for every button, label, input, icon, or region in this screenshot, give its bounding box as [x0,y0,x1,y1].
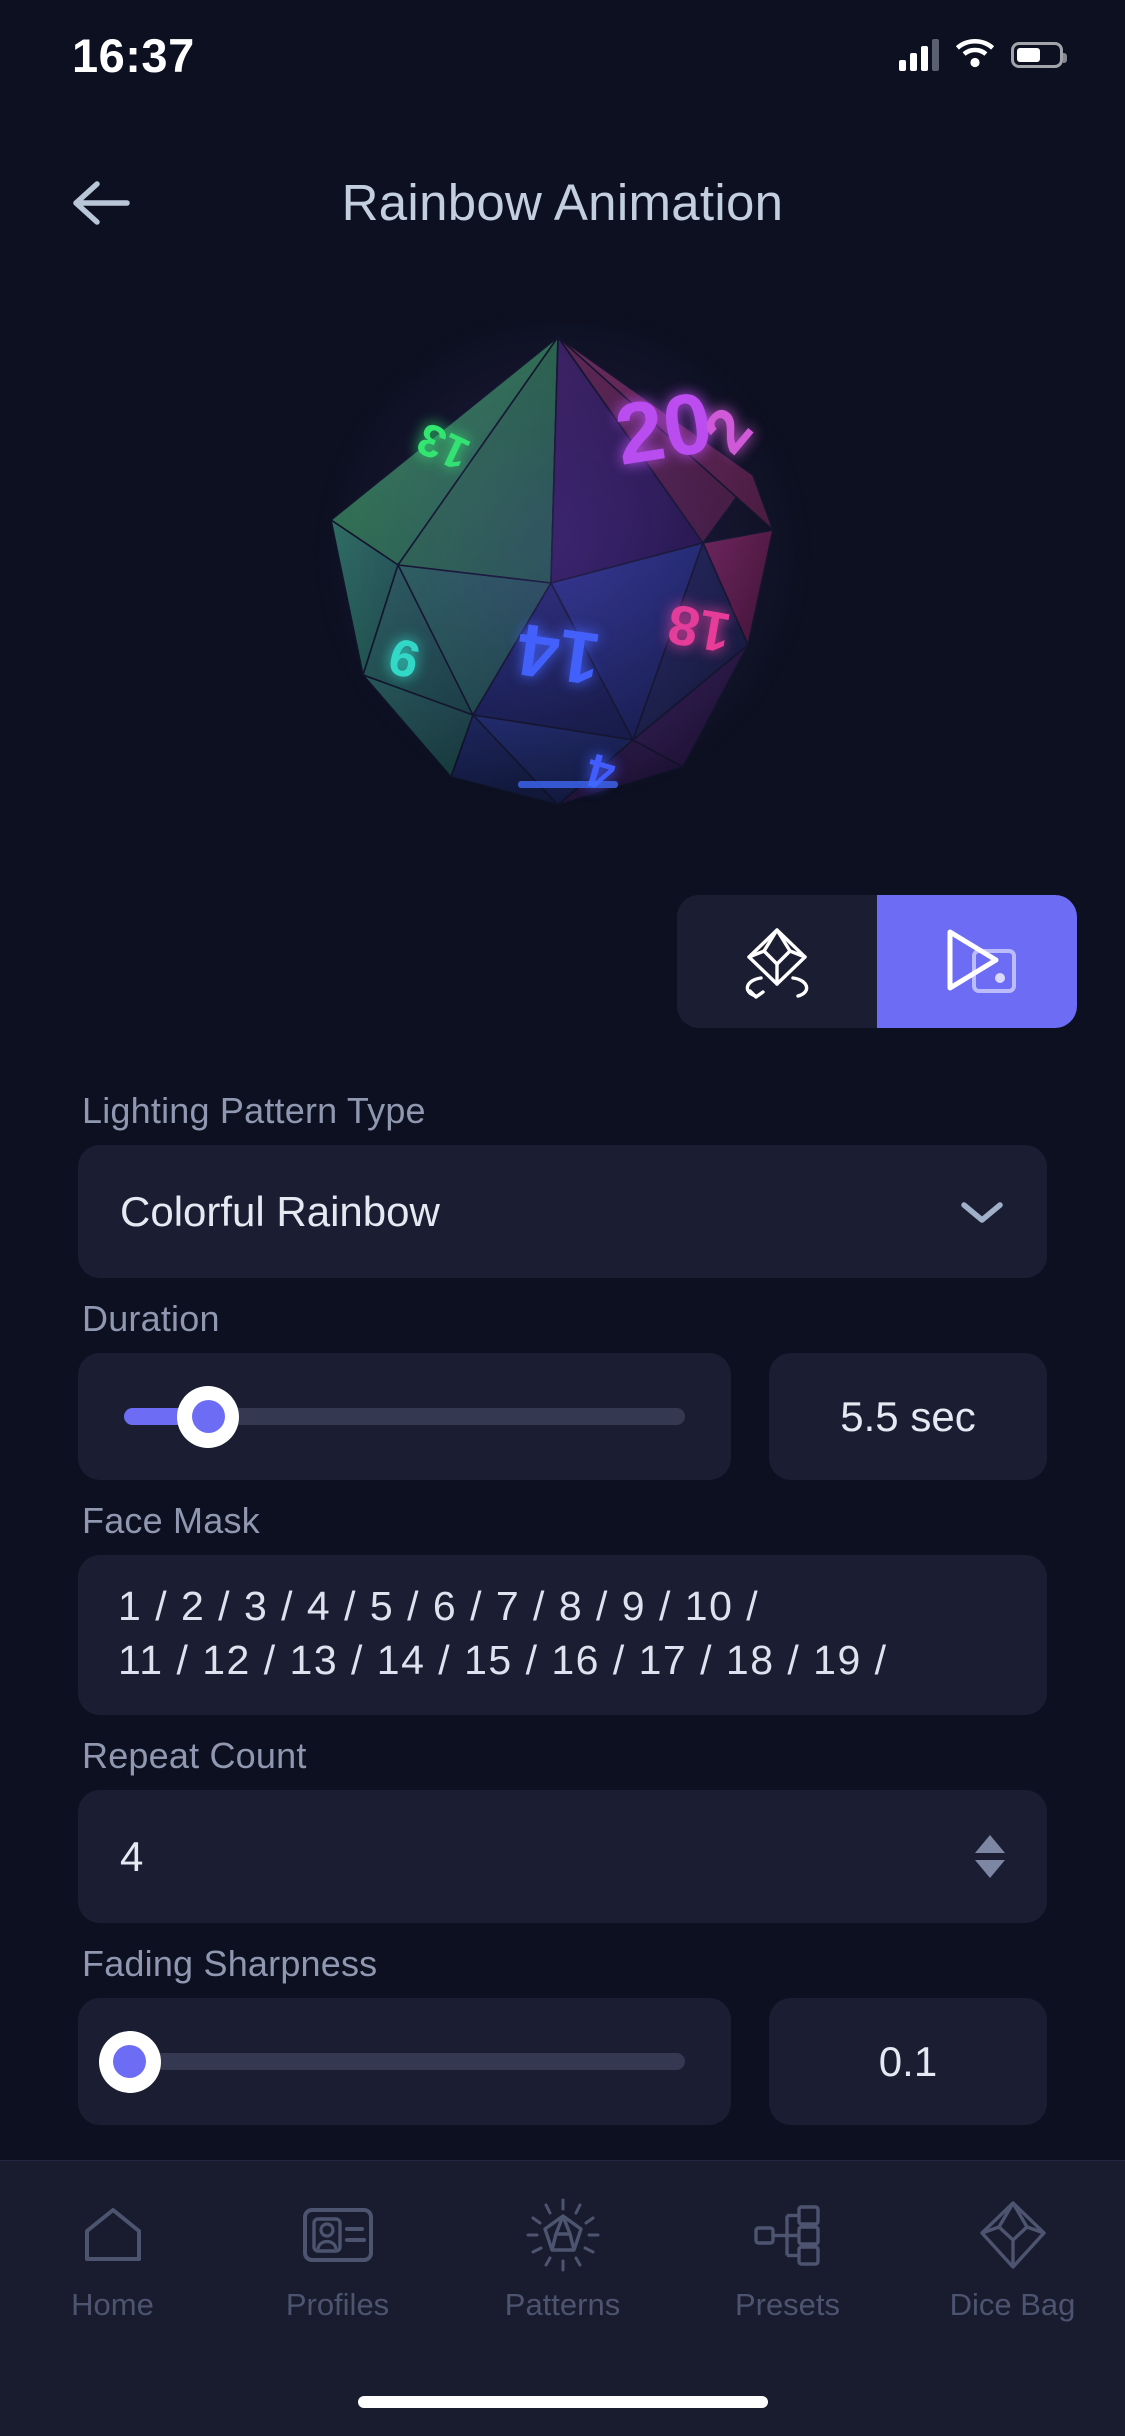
tab-dice-bag-label: Dice Bag [949,2287,1076,2322]
fading-sharpness-slider-track[interactable] [98,2030,685,2093]
svg-text:14: 14 [512,608,605,702]
field-pattern-type: Lighting Pattern Type Colorful Rainbow [78,1090,1047,1278]
die-preview-stage[interactable]: 20 2 14 9 18 13 4 [0,275,1125,855]
tab-home[interactable]: Home [0,2197,225,2323]
fading-sharpness-value: 0.1 [878,2037,938,2085]
fading-sharpness-value-card[interactable]: 0.1 [769,1998,1047,2126]
cellular-signal-icon [899,39,939,71]
play-animation-button[interactable] [877,895,1077,1028]
stepper-increment-button[interactable] [975,1835,1005,1854]
stepper-decrement-button[interactable] [975,1860,1005,1879]
duration-slider-knob[interactable] [177,1385,240,1448]
chevron-down-icon [961,1201,1003,1223]
play-preview-icon [947,929,1016,993]
duration-value: 5.5 sec [840,1392,976,1440]
svg-text:18: 18 [662,592,734,665]
app-root: 16:37 Rainbow Animation 20 2 14 9 18 13 … [0,0,1125,2436]
duration-slider-card[interactable] [78,1353,731,1480]
fading-sharpness-row: 0.1 [78,1998,1047,2126]
home-icon [77,2197,149,2273]
status-time: 16:37 [72,28,195,82]
battery-icon [1011,42,1067,68]
fading-sharpness-slider-card[interactable] [78,1998,731,2126]
tab-presets-label: Presets [734,2287,841,2322]
face-mask-line-1: 1 / 2 / 3 / 4 / 5 / 6 / 7 / 8 / 9 / 10 / [118,1583,760,1629]
tab-profiles-label: Profiles [285,2287,390,2322]
field-face-mask: Face Mask 1 / 2 / 3 / 4 / 5 / 6 / 7 / 8 … [78,1500,1047,1716]
pattern-type-select[interactable]: Colorful Rainbow [78,1145,1047,1278]
face-mask-label: Face Mask [82,1500,260,1541]
pattern-type-label: Lighting Pattern Type [82,1090,426,1131]
field-repeat-count: Repeat Count 4 [78,1735,1047,1924]
field-duration: Duration 5.5 sec [78,1298,1047,1480]
tab-profiles[interactable]: Profiles [225,2197,450,2323]
page-title: Rainbow Animation [341,174,784,231]
radiant-die-icon [523,2197,603,2273]
rotate-die-button[interactable] [677,895,877,1028]
duration-slider-track[interactable] [124,1385,685,1448]
repeat-count-value: 4 [120,1832,144,1880]
rotate-die-icon [745,927,809,999]
hierarchy-tree-icon [750,2197,826,2273]
field-fading-sharpness: Fading Sharpness 0.1 [78,1943,1047,2126]
id-card-icon [300,2197,376,2273]
header-bar: Rainbow Animation [0,150,1125,255]
status-bar: 16:37 [0,0,1125,110]
back-button[interactable] [45,150,155,255]
tab-presets[interactable]: Presets [675,2197,900,2323]
tab-home-label: Home [71,2287,154,2322]
arrow-left-icon [73,180,130,225]
d20-icosahedron-icon: 20 2 14 9 18 13 4 [329,334,774,807]
repeat-count-label: Repeat Count [82,1735,307,1777]
tab-patterns-label: Patterns [504,2287,621,2322]
fading-sharpness-label: Fading Sharpness [82,1943,378,1985]
duration-value-card[interactable]: 5.5 sec [769,1353,1047,1480]
home-indicator [357,2396,768,2408]
face-mask-field[interactable]: 1 / 2 / 3 / 4 / 5 / 6 / 7 / 8 / 9 / 10 /… [78,1555,1047,1716]
wifi-icon [955,38,995,73]
fading-sharpness-slider-knob[interactable] [98,2030,161,2093]
settings-form: Lighting Pattern Type Colorful Rainbow D… [0,1090,1125,2145]
repeat-count-field[interactable]: 4 [78,1790,1047,1924]
tab-dice-bag[interactable]: Dice Bag [900,2197,1125,2323]
bottom-tab-bar: Home Profiles Patterns Presets Dice Bag [0,2160,1125,2436]
duration-row: 5.5 sec [78,1353,1047,1480]
up-down-stepper-icon[interactable] [975,1835,1005,1879]
octahedron-die-icon [974,2197,1052,2273]
view-mode-buttons [677,895,1077,1028]
d20-die-render[interactable]: 20 2 14 9 18 13 4 [302,315,823,815]
pattern-type-value: Colorful Rainbow [120,1187,440,1235]
duration-label: Duration [82,1298,220,1339]
status-icons [899,38,1067,73]
tab-patterns[interactable]: Patterns [450,2197,675,2323]
face-mask-line-2: 11 / 12 / 13 / 14 / 15 / 16 / 17 / 18 / … [118,1637,888,1684]
